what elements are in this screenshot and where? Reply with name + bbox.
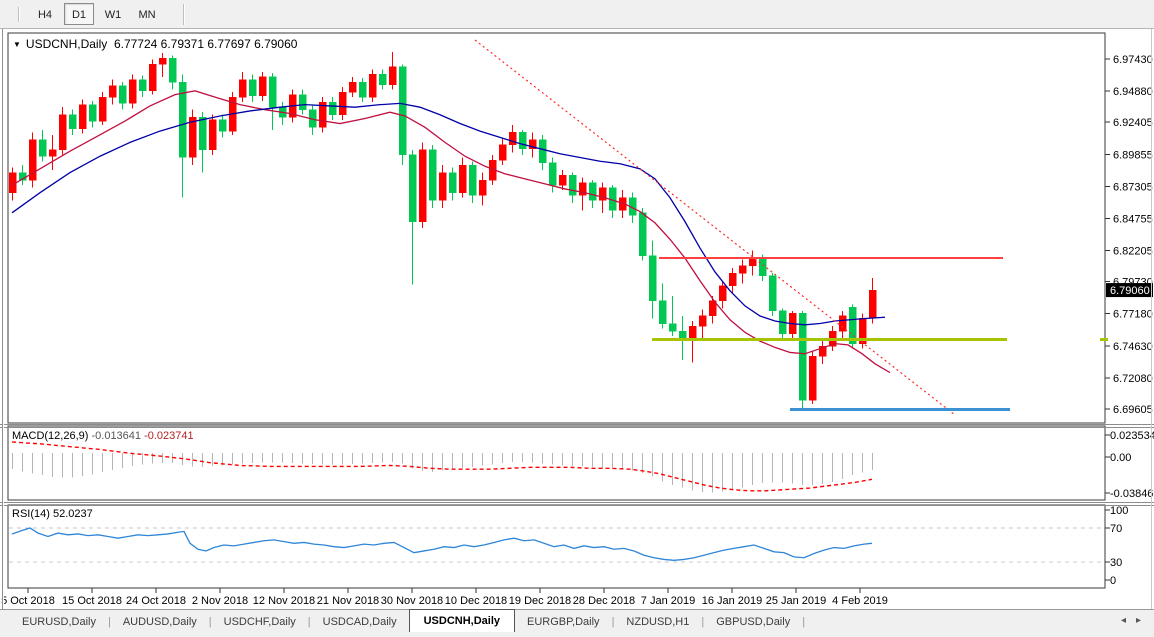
rsi-value: 52.0237 [53, 508, 93, 520]
svg-text:6.84755: 6.84755 [1113, 213, 1153, 225]
macd-name: MACD(12,26,9) [12, 430, 88, 442]
symbol-tabbar: EURUSD,Daily|AUDUSD,Daily|USDCHF,Daily|U… [0, 609, 1154, 632]
macd-value: -0.013641 [91, 430, 141, 442]
period-button-mn[interactable]: MN [132, 3, 162, 25]
statusbar-strip [0, 632, 1154, 637]
svg-text:15 Oct 2018: 15 Oct 2018 [62, 595, 122, 607]
svg-text:6.72080: 6.72080 [1113, 373, 1153, 385]
symbol-tab-nzdusd[interactable]: NZDUSD,H1 [614, 611, 701, 633]
svg-text:4 Feb 2019: 4 Feb 2019 [832, 595, 888, 607]
symbol-tab-eurusd[interactable]: EURUSD,Daily [10, 611, 108, 633]
svg-text:24 Oct 2018: 24 Oct 2018 [126, 595, 186, 607]
svg-text:2 Nov 2018: 2 Nov 2018 [192, 595, 248, 607]
svg-text:5 Oct 2018: 5 Oct 2018 [1, 595, 55, 607]
svg-text:21 Nov 2018: 21 Nov 2018 [317, 595, 379, 607]
svg-text:6.69605: 6.69605 [1113, 404, 1153, 416]
symbol-tab-usdcnh[interactable]: USDCNH,Daily [409, 609, 515, 634]
svg-text:-0.038466: -0.038466 [1110, 488, 1154, 500]
svg-text:0: 0 [1110, 575, 1116, 587]
rsi-name: RSI(14) [12, 508, 50, 520]
svg-text:6.97430: 6.97430 [1113, 54, 1153, 66]
svg-text:30 Nov 2018: 30 Nov 2018 [381, 595, 443, 607]
toolbar-separator [183, 4, 185, 25]
tab-scroll-arrows: ◂▸ [1116, 610, 1146, 633]
pane-frames [0, 33, 1154, 588]
macd-label: MACD(12,26,9) -0.013641 -0.023741 [12, 430, 194, 442]
svg-text:25 Jan 2019: 25 Jan 2019 [766, 595, 827, 607]
svg-text:6.87305: 6.87305 [1113, 181, 1153, 193]
svg-text:6.92405: 6.92405 [1113, 117, 1153, 129]
window-left-edge-highlight [3, 29, 4, 609]
symbol-tab-usdcad[interactable]: USDCAD,Daily [311, 611, 409, 633]
svg-text:28 Dec 2018: 28 Dec 2018 [573, 595, 635, 607]
svg-text:6.82205: 6.82205 [1113, 246, 1153, 258]
svg-text:12 Nov 2018: 12 Nov 2018 [253, 595, 315, 607]
price-chart-canvas[interactable]: 6.97430 6.94880 6.92405 6.89855 6.87305 6.847… [0, 29, 1154, 609]
svg-text:0.023534: 0.023534 [1110, 430, 1154, 442]
current-price-tag: 6.79060 [1110, 285, 1150, 297]
svg-text:16 Jan 2019: 16 Jan 2019 [702, 595, 763, 607]
rsi-label: RSI(14) 52.0237 [12, 508, 93, 520]
period-button-w1[interactable]: W1 [98, 3, 128, 25]
macd-signal-value: -0.023741 [144, 430, 194, 442]
period-button-d1[interactable]: D1 [64, 3, 94, 25]
chart-symbol-label: USDCNH,Daily [26, 37, 107, 51]
svg-text:6.77180: 6.77180 [1113, 309, 1153, 321]
svg-text:10 Dec 2018: 10 Dec 2018 [445, 595, 507, 607]
svg-text:19 Dec 2018: 19 Dec 2018 [509, 595, 571, 607]
chart-ohlc-values: 6.77724 6.79371 6.77697 6.79060 [114, 37, 298, 51]
svg-text:30: 30 [1110, 557, 1122, 569]
window-right-edge [1151, 29, 1152, 609]
svg-text:0.00: 0.00 [1110, 452, 1131, 464]
svg-text:6.74630: 6.74630 [1113, 341, 1153, 353]
chart-dropdown-icon[interactable]: ▼ [13, 40, 21, 49]
toolbar-grip [18, 7, 20, 22]
symbol-tab-audusd[interactable]: AUDUSD,Daily [111, 611, 209, 633]
tab-scroll-left-icon[interactable]: ◂ [1116, 615, 1131, 626]
svg-text:7 Jan 2019: 7 Jan 2019 [641, 595, 695, 607]
indicator-axes: 0.023534 0.00 -0.038466 100 70 30 0 [1105, 430, 1154, 587]
timeframe-toolbar: H4D1W1MN [0, 0, 1154, 29]
symbol-tab-gbpusd[interactable]: GBPUSD,Daily [704, 611, 802, 633]
symbol-tab-eurgbp[interactable]: EURGBP,Daily [515, 611, 612, 633]
svg-text:70: 70 [1110, 523, 1122, 535]
svg-text:6.94880: 6.94880 [1113, 86, 1153, 98]
price-axis: 6.97430 6.94880 6.92405 6.89855 6.87305 6.847… [1105, 54, 1153, 416]
svg-text:6.89855: 6.89855 [1113, 149, 1153, 161]
tab-separator: | [802, 616, 805, 628]
chart-title: ▼ USDCNH,Daily 6.77724 6.79371 6.77697 6.… [13, 37, 297, 51]
chart-window: 6.97430 6.94880 6.92405 6.89855 6.87305 6.847… [0, 29, 1154, 609]
tab-scroll-right-icon[interactable]: ▸ [1131, 615, 1146, 626]
period-button-h4[interactable]: H4 [30, 3, 60, 25]
symbol-tab-usdchf[interactable]: USDCHF,Daily [212, 611, 308, 633]
date-axis: 5 Oct 2018 15 Oct 2018 24 Oct 2018 2 Nov 20… [1, 588, 888, 607]
svg-text:100: 100 [1110, 505, 1128, 517]
